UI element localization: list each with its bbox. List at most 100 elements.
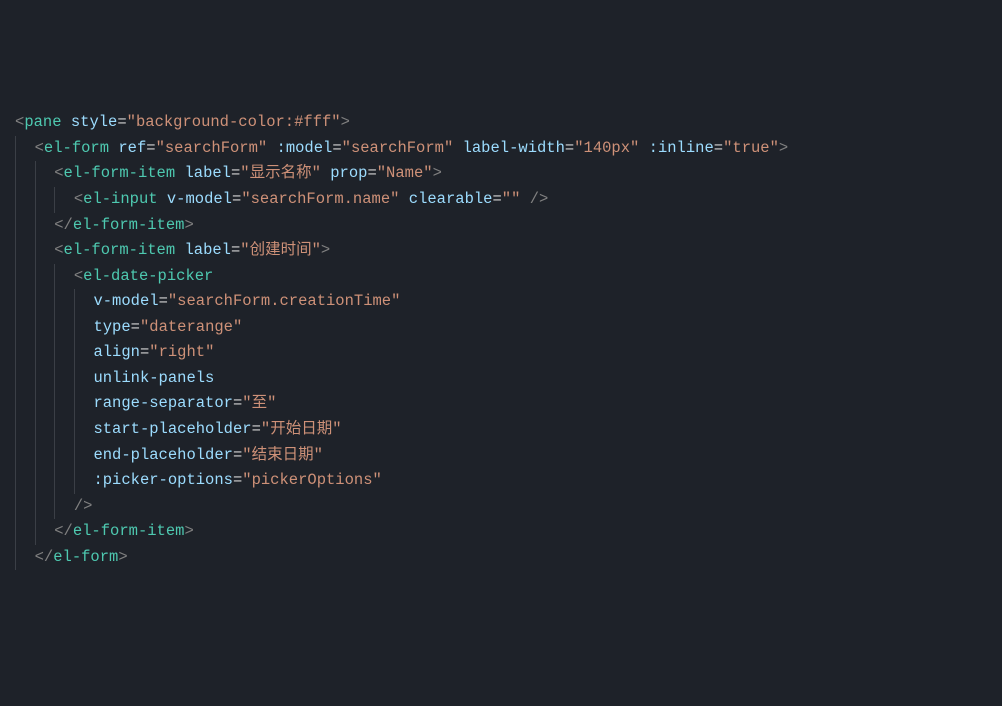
code-line[interactable]: </el-form-item> bbox=[15, 519, 1002, 545]
token-eq: = bbox=[117, 113, 126, 131]
token-angle: </ bbox=[35, 548, 54, 566]
token-eq: = bbox=[233, 394, 242, 412]
code-line[interactable]: <el-input v-model="searchForm.name" clea… bbox=[15, 187, 1002, 213]
code-line[interactable]: <el-form ref="searchForm" :model="search… bbox=[15, 136, 1002, 162]
token-angle: /> bbox=[74, 497, 93, 515]
token-attr: clearable bbox=[409, 190, 493, 208]
token-tag: el-form-item bbox=[73, 522, 185, 540]
token-attr: :inline bbox=[649, 139, 714, 157]
code-line[interactable]: end-placeholder="结束日期" bbox=[15, 443, 1002, 469]
token-text bbox=[639, 139, 648, 157]
code-line[interactable]: <el-form-item label="创建时间"> bbox=[15, 238, 1002, 264]
token-angle: < bbox=[54, 164, 63, 182]
code-line[interactable]: start-placeholder="开始日期" bbox=[15, 417, 1002, 443]
token-attr: align bbox=[93, 343, 140, 361]
token-angle: > bbox=[433, 164, 442, 182]
token-attr: ref bbox=[118, 139, 146, 157]
token-angle: </ bbox=[54, 522, 73, 540]
token-tag: el-form bbox=[53, 548, 118, 566]
code-line[interactable]: /> bbox=[15, 494, 1002, 520]
token-str: "" bbox=[502, 190, 521, 208]
token-attr: label-width bbox=[463, 139, 565, 157]
token-str: "pickerOptions" bbox=[242, 471, 382, 489]
token-tag: pane bbox=[24, 113, 61, 131]
token-tag: el-form-item bbox=[64, 241, 176, 259]
token-attr: prop bbox=[330, 164, 367, 182]
token-attr: style bbox=[71, 113, 118, 131]
token-attr: unlink-panels bbox=[93, 369, 214, 387]
token-angle: < bbox=[74, 267, 83, 285]
code-line[interactable]: unlink-panels bbox=[15, 366, 1002, 392]
token-eq: = bbox=[159, 292, 168, 310]
token-str: "开始日期" bbox=[261, 420, 342, 438]
token-angle: /> bbox=[530, 190, 549, 208]
token-text bbox=[399, 190, 408, 208]
token-eq: = bbox=[233, 446, 242, 464]
token-str: "结束日期" bbox=[242, 446, 323, 464]
token-angle: < bbox=[15, 113, 24, 131]
token-text bbox=[158, 190, 167, 208]
token-attr: range-separator bbox=[93, 394, 233, 412]
token-attr: label bbox=[184, 241, 231, 259]
token-str: "daterange" bbox=[140, 318, 242, 336]
code-line[interactable]: v-model="searchForm.creationTime" bbox=[15, 289, 1002, 315]
token-attr: :model bbox=[277, 139, 333, 157]
token-text bbox=[520, 190, 529, 208]
token-angle: > bbox=[118, 548, 127, 566]
code-line[interactable]: type="daterange" bbox=[15, 315, 1002, 341]
token-tag: el-date-picker bbox=[83, 267, 213, 285]
token-eq: = bbox=[131, 318, 140, 336]
token-eq: = bbox=[231, 164, 240, 182]
token-angle: < bbox=[35, 139, 44, 157]
token-eq: = bbox=[714, 139, 723, 157]
token-str: "searchForm" bbox=[342, 139, 454, 157]
token-tag: el-form-item bbox=[64, 164, 176, 182]
token-angle: </ bbox=[54, 216, 73, 234]
code-editor[interactable]: <pane style="background-color:#fff"> <el… bbox=[15, 110, 1002, 570]
token-str: "background-color:#fff" bbox=[127, 113, 341, 131]
token-tag: el-form bbox=[44, 139, 109, 157]
token-eq: = bbox=[565, 139, 574, 157]
token-eq: = bbox=[232, 190, 241, 208]
token-attr: label bbox=[184, 164, 231, 182]
code-line[interactable]: align="right" bbox=[15, 340, 1002, 366]
token-attr: :picker-options bbox=[93, 471, 233, 489]
token-str: "至" bbox=[242, 394, 276, 412]
token-attr: type bbox=[93, 318, 130, 336]
token-eq: = bbox=[140, 343, 149, 361]
token-tag: el-form-item bbox=[73, 216, 185, 234]
code-line[interactable]: range-separator="至" bbox=[15, 391, 1002, 417]
token-eq: = bbox=[252, 420, 261, 438]
token-eq: = bbox=[332, 139, 341, 157]
token-eq: = bbox=[492, 190, 501, 208]
token-text bbox=[62, 113, 71, 131]
token-attr: v-model bbox=[167, 190, 232, 208]
token-eq: = bbox=[231, 241, 240, 259]
token-str: "Name" bbox=[377, 164, 433, 182]
token-angle: > bbox=[779, 139, 788, 157]
token-str: "true" bbox=[723, 139, 779, 157]
token-str: "140px" bbox=[574, 139, 639, 157]
token-attr: end-placeholder bbox=[93, 446, 233, 464]
code-line[interactable]: <pane style="background-color:#fff"> bbox=[15, 110, 1002, 136]
token-angle: > bbox=[184, 216, 193, 234]
token-text bbox=[267, 139, 276, 157]
token-tag: el-input bbox=[83, 190, 157, 208]
token-eq: = bbox=[367, 164, 376, 182]
code-line[interactable]: </el-form-item> bbox=[15, 213, 1002, 239]
token-angle: < bbox=[54, 241, 63, 259]
token-text bbox=[321, 164, 330, 182]
code-line[interactable]: :picker-options="pickerOptions" bbox=[15, 468, 1002, 494]
token-eq: = bbox=[146, 139, 155, 157]
token-str: "searchForm.name" bbox=[241, 190, 399, 208]
code-line[interactable]: <el-date-picker bbox=[15, 264, 1002, 290]
code-line[interactable]: <el-form-item label="显示名称" prop="Name"> bbox=[15, 161, 1002, 187]
token-text bbox=[453, 139, 462, 157]
code-line[interactable]: </el-form> bbox=[15, 545, 1002, 571]
token-angle: > bbox=[321, 241, 330, 259]
token-str: "创建时间" bbox=[240, 241, 321, 259]
token-str: "searchForm.creationTime" bbox=[168, 292, 401, 310]
token-attr: v-model bbox=[93, 292, 158, 310]
token-attr: start-placeholder bbox=[93, 420, 251, 438]
token-str: "显示名称" bbox=[240, 164, 321, 182]
